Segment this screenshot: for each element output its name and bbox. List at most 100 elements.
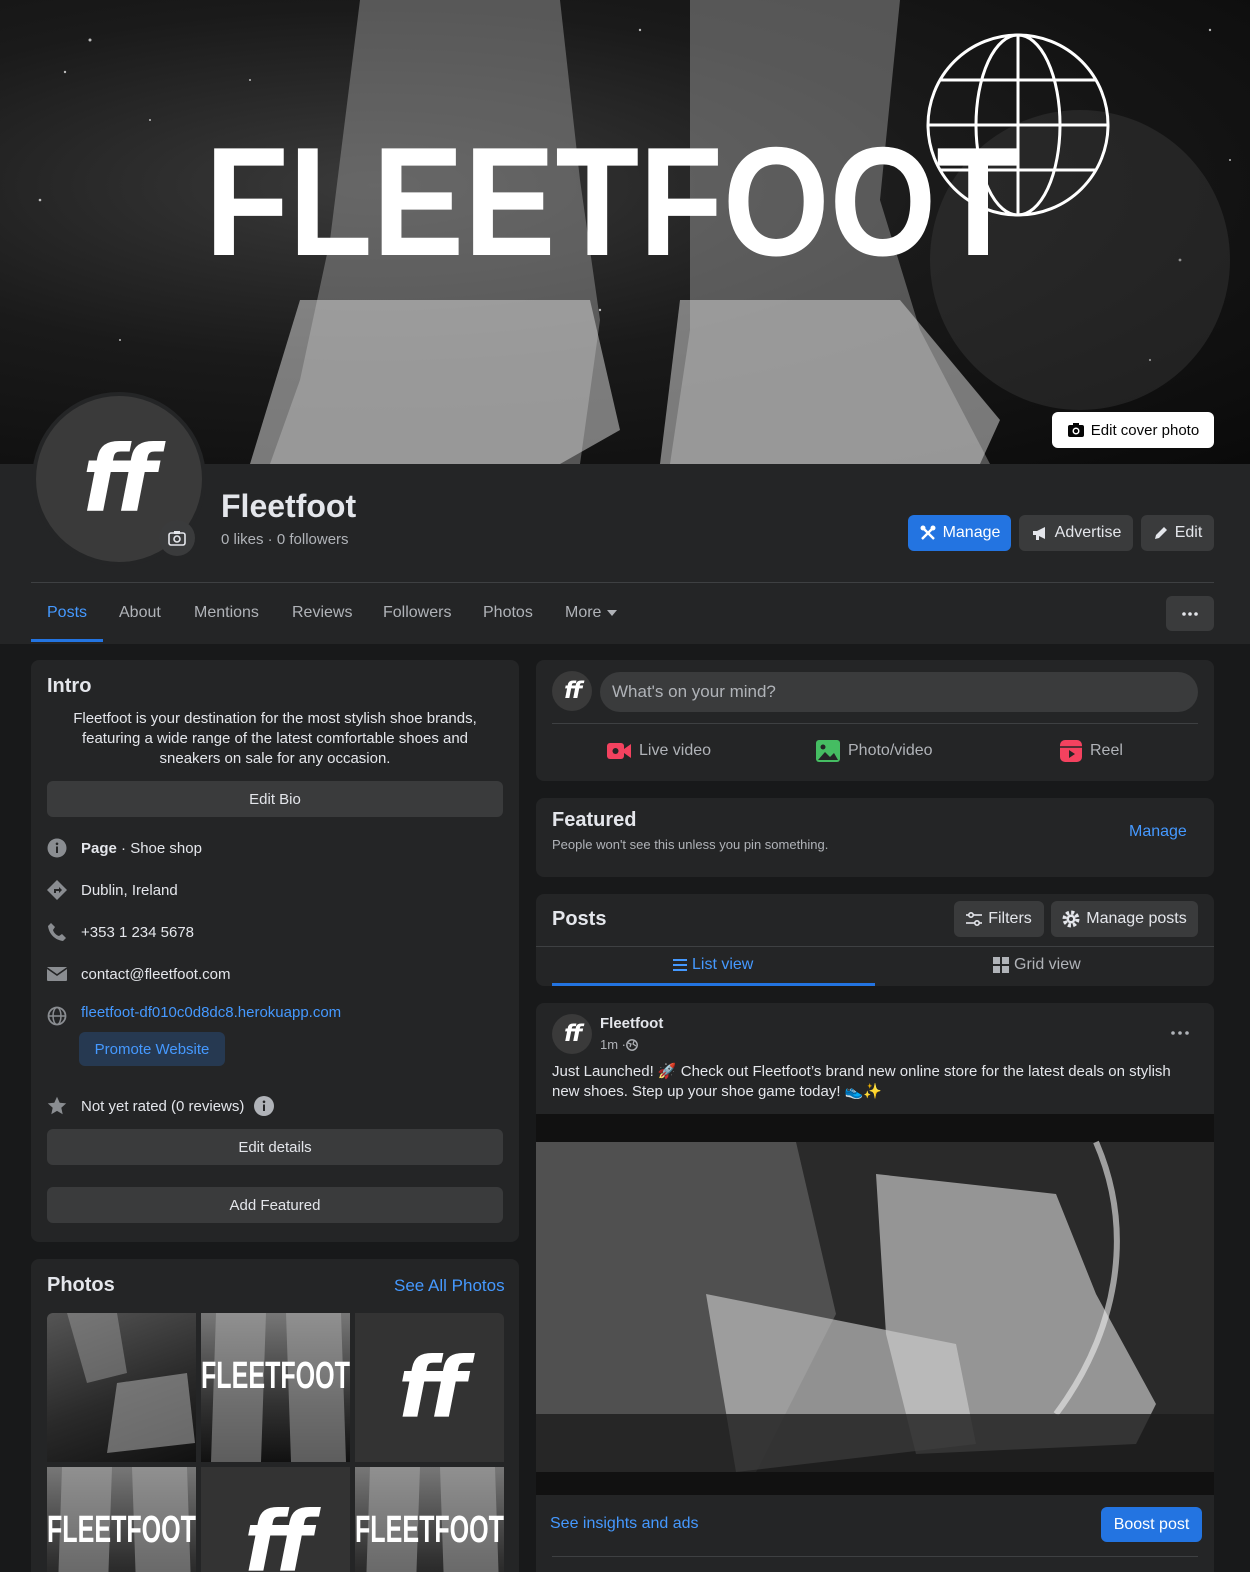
phone-text: +353 1 234 5678 <box>81 923 195 941</box>
divider <box>552 723 1198 724</box>
divider <box>31 582 1214 583</box>
insights-link[interactable]: See insights and ads <box>550 1515 699 1533</box>
rating-text: Not yet rated (0 reviews) <box>81 1097 245 1115</box>
live-video-icon <box>607 743 631 759</box>
manage-button[interactable]: Manage <box>908 515 1011 551</box>
more-options-button[interactable] <box>1166 596 1214 631</box>
ellipsis-icon <box>1171 1031 1189 1035</box>
phone-icon <box>48 923 66 941</box>
advertise-button[interactable]: Advertise <box>1019 515 1133 551</box>
tab-about[interactable]: About <box>119 604 161 622</box>
list-icon <box>673 959 687 971</box>
page-title: Fleetfoot <box>221 488 357 524</box>
globe-icon <box>47 1006 67 1026</box>
tools-icon <box>920 525 936 540</box>
photo-thumbnail[interactable] <box>47 1313 196 1462</box>
live-video-button[interactable]: Live video <box>607 740 711 762</box>
post-author[interactable]: Fleetfoot <box>600 1015 663 1032</box>
posts-title: Posts <box>552 908 607 930</box>
intro-category-row: Page · Shoe shop <box>47 838 202 858</box>
post-timestamp[interactable]: 1m · <box>600 1037 638 1052</box>
cover-artwork: FLEETFOOT <box>38 0 1231 464</box>
list-view-tab[interactable]: List view <box>673 956 753 974</box>
featured-subtitle: People won't see this unless you pin som… <box>552 837 829 852</box>
tab-posts[interactable]: Posts <box>47 604 87 622</box>
cover-artwork-photo: FLEETFOOT <box>47 1467 196 1572</box>
photo-video-button[interactable]: Photo/video <box>816 740 933 762</box>
page-type-label: Page <box>81 839 117 857</box>
directions-icon <box>47 880 67 900</box>
photo-thumbnail[interactable]: FLEETFOOT <box>201 1313 350 1462</box>
camera-icon <box>1067 423 1084 437</box>
photos-title: Photos <box>47 1274 115 1296</box>
tab-more[interactable]: More <box>565 604 618 622</box>
active-tab-indicator <box>31 639 103 642</box>
manage-posts-button[interactable]: Manage posts <box>1051 901 1198 937</box>
grid-icon <box>993 957 1009 973</box>
info-icon <box>47 838 67 858</box>
cover-artwork-photo: FLEETFOOT <box>355 1467 504 1572</box>
info-icon[interactable] <box>254 1096 275 1116</box>
reel-icon <box>1060 740 1082 762</box>
see-all-photos-link[interactable]: See All Photos <box>394 1276 505 1296</box>
tab-followers[interactable]: Followers <box>383 604 451 622</box>
cover-photo[interactable]: FLEETFOOT Edit cover photo <box>0 0 1250 464</box>
intro-bio: Fleetfoot is your destination for the mo… <box>73 710 477 767</box>
page-stats[interactable]: 0 likes · 0 followers <box>221 531 349 548</box>
cover-artwork-photo: FLEETFOOT <box>201 1313 350 1462</box>
intro-website-row: fleetfoot-df010c0d8dc8.herokuapp.com <box>47 1004 341 1026</box>
boost-post-button[interactable]: Boost post <box>1101 1507 1202 1542</box>
intro-location-row: Dublin, Ireland <box>47 880 178 900</box>
composer-avatar[interactable]: ff <box>552 671 592 711</box>
intro-email-row: contact@fleetfoot.com <box>47 964 230 984</box>
public-globe-icon <box>626 1038 638 1051</box>
photo-thumbnail[interactable]: ff <box>355 1313 504 1462</box>
edit-cover-button[interactable]: Edit cover photo <box>1052 412 1214 448</box>
post-author-avatar[interactable]: ff <box>552 1014 592 1054</box>
grid-view-tab[interactable]: Grid view <box>993 956 1081 974</box>
svg-text:FLEETFOOT: FLEETFOOT <box>201 1355 350 1397</box>
pencil-icon <box>1154 527 1167 539</box>
featured-title: Featured <box>552 809 637 831</box>
star-icon <box>47 1096 67 1115</box>
photo-thumbnail[interactable]: FLEETFOOT <box>47 1467 196 1572</box>
sneaker-photo <box>67 1313 195 1453</box>
email-text: contact@fleetfoot.com <box>81 965 231 983</box>
active-view-indicator <box>552 983 875 986</box>
edit-page-button[interactable]: Edit <box>1141 515 1214 551</box>
featured-manage-link[interactable]: Manage <box>1129 823 1187 841</box>
edit-cover-label: Edit cover photo <box>1090 421 1200 439</box>
edit-bio-button[interactable]: Edit Bio <box>47 781 503 817</box>
divider <box>552 1556 1198 1557</box>
filters-button[interactable]: Filters <box>954 901 1044 937</box>
promote-website-button[interactable]: Promote Website <box>79 1032 225 1066</box>
sliders-icon <box>966 912 983 926</box>
ellipsis-icon <box>1182 611 1198 616</box>
photo-thumbnail[interactable]: ff <box>201 1467 350 1572</box>
post-image[interactable] <box>536 1114 1214 1495</box>
intro-title: Intro <box>47 675 92 697</box>
intro-phone-row: +353 1 234 5678 <box>47 922 194 942</box>
gear-icon <box>1062 910 1080 928</box>
camera-icon <box>168 531 186 546</box>
avatar-camera-button[interactable] <box>159 520 195 556</box>
add-featured-button[interactable]: Add Featured <box>47 1187 503 1223</box>
tab-mentions[interactable]: Mentions <box>194 604 259 622</box>
composer-input[interactable]: What's on your mind? <box>600 672 1198 712</box>
tab-photos[interactable]: Photos <box>483 604 533 622</box>
post-options-button[interactable] <box>1170 1025 1190 1041</box>
tab-reviews[interactable]: Reviews <box>292 604 352 622</box>
website-link[interactable]: fleetfoot-df010c0d8dc8.herokuapp.com <box>81 1004 341 1021</box>
photo-thumbnail[interactable]: FLEETFOOT <box>355 1467 504 1572</box>
photo-icon <box>816 740 840 762</box>
divider <box>536 946 1214 947</box>
svg-text:FLEETFOOT: FLEETFOOT <box>47 1509 196 1551</box>
post-text: Just Launched! 🚀 Check out Fleetfoot’s b… <box>552 1063 1171 1100</box>
sneaker-photo <box>536 1140 1214 1472</box>
edit-details-button[interactable]: Edit details <box>47 1129 503 1165</box>
caret-down-icon <box>607 610 618 616</box>
svg-text:FLEETFOOT: FLEETFOOT <box>205 115 1020 288</box>
intro-rating-row: Not yet rated (0 reviews) <box>47 1096 275 1116</box>
reel-button[interactable]: Reel <box>1060 740 1123 762</box>
megaphone-icon <box>1032 527 1045 540</box>
